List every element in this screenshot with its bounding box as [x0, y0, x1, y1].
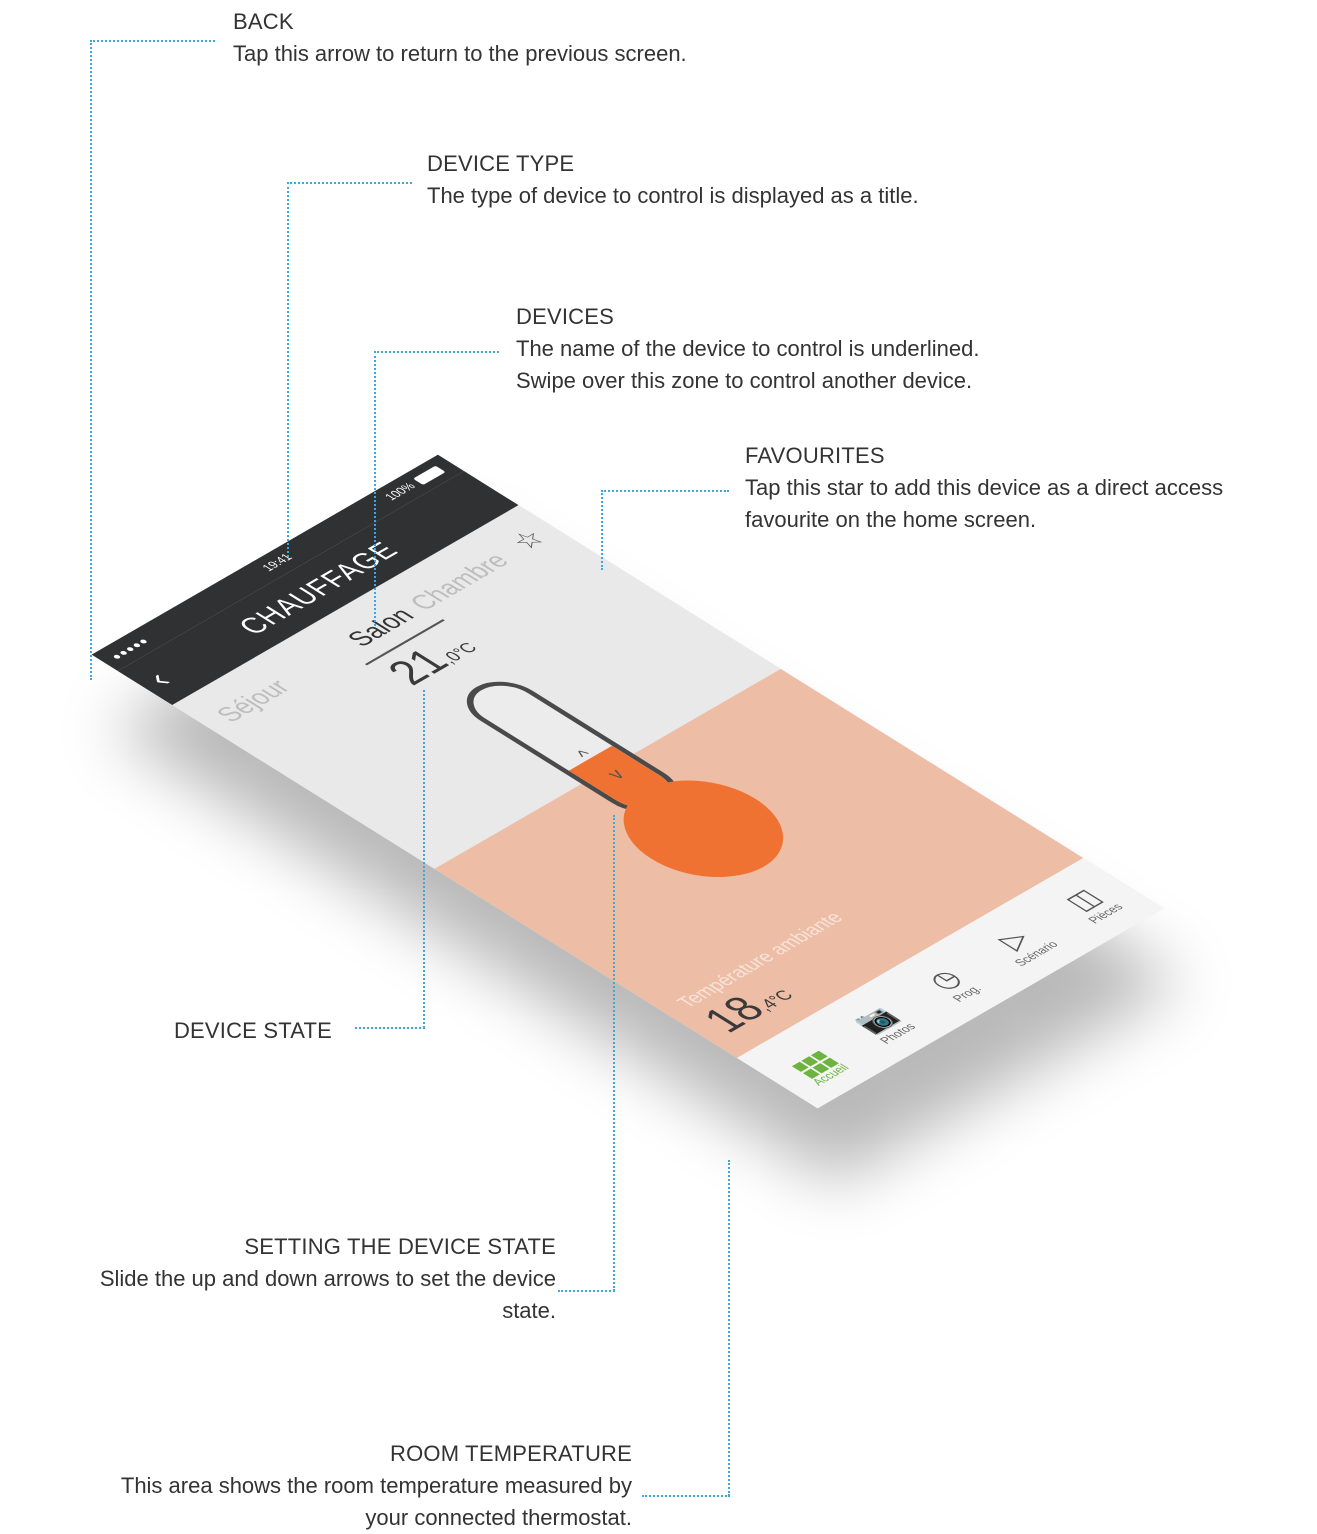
leader-device-type-v — [287, 182, 289, 557]
annotation-devices-desc-1: The name of the device to control is und… — [516, 336, 980, 361]
home-grid-icon — [757, 1030, 855, 1088]
tab-photos[interactable]: 📷 Photos — [828, 991, 935, 1055]
annotation-device-state: DEVICE STATE — [120, 1015, 332, 1047]
annotation-setting-state-desc-2: state. — [502, 1298, 556, 1323]
leader-room-temp-h — [642, 1495, 730, 1497]
annotation-device-state-title: DEVICE STATE — [173, 1018, 332, 1043]
phone-screen: ●●●●● 19:41 100% ‹ CHAUFFAGE Séjour Salo… — [91, 454, 1165, 1109]
clock-icon: ◷ — [919, 964, 970, 995]
leader-room-temp-v — [728, 1160, 730, 1496]
annotation-device-type-desc: The type of device to control is display… — [427, 183, 919, 208]
annotation-favourites-title: FAVOURITES — [745, 443, 885, 468]
leader-device-state-v — [423, 690, 425, 1028]
annotation-room-temperature-desc-1: This area shows the room temperature mea… — [120, 1473, 632, 1498]
leader-devices-v — [374, 351, 376, 626]
annotation-back: BACK Tap this arrow to return to the pre… — [233, 6, 687, 70]
annotation-back-desc: Tap this arrow to return to the previous… — [233, 41, 687, 66]
leader-favourites-h — [601, 490, 729, 492]
annotation-favourites-desc-1: Tap this star to add this device as a di… — [745, 475, 1224, 500]
tab-pieces[interactable]: ◫ Pièces — [1036, 871, 1143, 935]
annotation-device-type: DEVICE TYPE The type of device to contro… — [427, 148, 919, 212]
tab-prog[interactable]: ◷ Prog. — [897, 951, 1004, 1015]
leader-setting-state-h — [558, 1290, 615, 1292]
camera-icon: 📷 — [845, 1001, 905, 1037]
rooms-icon: ◫ — [1057, 883, 1109, 915]
leader-device-state-h — [355, 1027, 425, 1029]
annotation-favourites-desc-2: favourite on the home screen. — [745, 507, 1037, 532]
tab-scenario[interactable]: ▷ Scénario — [966, 911, 1073, 975]
leader-favourites-v — [601, 490, 603, 570]
leader-back-h — [90, 40, 215, 42]
annotation-favourites: FAVOURITES Tap this star to add this dev… — [745, 440, 1223, 536]
annotation-devices-desc-2: Swipe over this zone to control another … — [516, 368, 973, 393]
annotation-devices: DEVICES The name of the device to contro… — [516, 301, 980, 397]
annotation-setting-state-desc-1: Slide the up and down arrows to set the … — [99, 1266, 556, 1291]
annotation-setting-state: SETTING THE DEVICE STATE Slide the up an… — [0, 1231, 556, 1327]
annotation-back-title: BACK — [233, 9, 294, 34]
leader-device-type-h — [287, 182, 412, 184]
annotation-devices-title: DEVICES — [516, 304, 614, 329]
annotation-room-temperature-title: ROOM TEMPERATURE — [390, 1441, 632, 1466]
annotation-device-type-title: DEVICE TYPE — [427, 151, 575, 176]
annotation-setting-state-title: SETTING THE DEVICE STATE — [244, 1234, 556, 1259]
leader-back-v — [90, 40, 92, 680]
annotation-room-temperature: ROOM TEMPERATURE This area shows the roo… — [0, 1438, 632, 1534]
leader-devices-h — [374, 351, 499, 353]
leader-setting-state-v — [613, 815, 615, 1291]
annotation-room-temperature-desc-2: your connected thermostat. — [365, 1505, 632, 1530]
